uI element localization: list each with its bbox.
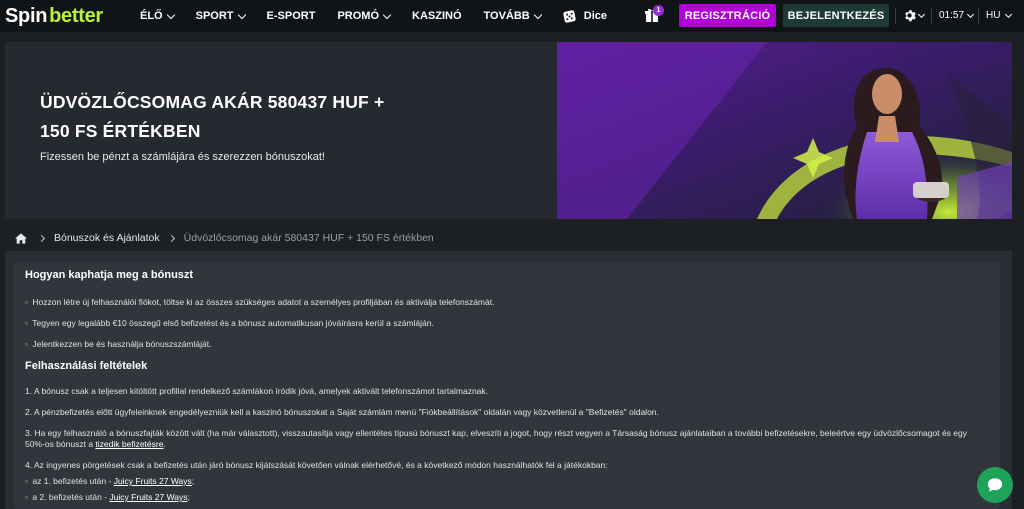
live-chat-button[interactable] — [977, 467, 1013, 503]
nav-label: E-SPORT — [266, 10, 316, 22]
game-link-juicy-fruits[interactable]: Juicy Fruits 27 Ways — [114, 476, 192, 486]
logo-spin: Spin — [5, 5, 48, 27]
spin-suffix: ; — [191, 476, 195, 486]
banner-illustration — [557, 42, 1012, 219]
how-step: ◦ Tegyen egy legalább €10 összegű első b… — [25, 318, 989, 329]
game-link-juicy-fruits[interactable]: Juicy Fruits 27 Ways — [109, 492, 187, 502]
how-step-text: Hozzon létre új felhasználói fiókot, töl… — [32, 297, 495, 307]
free-spin-item: ◦ az 1. befizetés után - Juicy Fruits 27… — [25, 476, 989, 487]
chevron-down-icon — [533, 10, 542, 19]
bullet-icon: ◦ — [25, 476, 29, 486]
banner-subtitle: Fizessen be pénzt a számlájára és szerez… — [40, 151, 325, 163]
divider — [931, 8, 932, 24]
nav-item-promo[interactable]: PROMÓ — [337, 10, 392, 22]
dice-icon — [563, 9, 576, 23]
language-selector[interactable]: HU — [986, 10, 1000, 21]
nav-item-kaszino[interactable]: KASZINÓ — [412, 10, 462, 22]
spin-prefix: a 2. befizetés után - — [32, 492, 108, 502]
main-nav: ÉLŐ SPORT E-SPORT PROMÓ KASZINÓ TOVÁBB D… — [140, 0, 629, 32]
top-header: Spin better ÉLŐ SPORT E-SPORT PROMÓ KASZ… — [0, 0, 1024, 32]
divider — [978, 8, 979, 24]
how-step-text: Tegyen egy legalább €10 összegű első bef… — [32, 318, 434, 328]
nav-item-elo[interactable]: ÉLŐ — [140, 10, 175, 22]
nav-label: KASZINÓ — [412, 10, 462, 22]
nav-label: Dice — [583, 10, 607, 22]
login-button[interactable]: BEJELENTKEZÉS — [783, 4, 889, 27]
breadcrumb: Bónuszok és Ajánlatok Üdvözlőcsomag akár… — [15, 230, 434, 246]
nav-item-tovabb[interactable]: TOVÁBB — [483, 10, 542, 22]
nav-label: ÉLŐ — [140, 10, 163, 22]
chat-bubble-icon — [987, 478, 1003, 492]
nav-label: TOVÁBB — [483, 10, 530, 22]
term-3-end: . — [163, 439, 166, 449]
nav-label: SPORT — [195, 10, 234, 22]
divider — [895, 8, 896, 24]
spin-suffix: ; — [187, 492, 190, 502]
nav-item-dice[interactable]: Dice — [563, 9, 607, 23]
gear-icon[interactable] — [903, 9, 916, 22]
banner-title: ÜDVÖZLŐCSOMAG AKÁR 580437 HUF + 150 FS É… — [40, 92, 385, 141]
gift-count-badge: 1 — [653, 5, 664, 16]
term-3-text: 3. Ha egy felhasználó a bónuszfajták köz… — [25, 428, 967, 449]
breadcrumb-link-bonuses[interactable]: Bónuszok és Ajánlatok — [54, 232, 160, 244]
how-step: ◦ Hozzon létre új felhasználói fiókot, t… — [25, 297, 989, 308]
chevron-right-icon — [167, 234, 175, 242]
bullet-icon: ◦ — [25, 318, 29, 328]
breadcrumb-current: Üdvözlőcsomag akár 580437 HUF + 150 FS é… — [183, 232, 434, 244]
tenth-deposit-link[interactable]: tizedik befizetésre — [95, 439, 163, 449]
term-4: 4. Az ingyenes pörgetések csak a befizet… — [25, 460, 608, 470]
logo-better: better — [49, 5, 103, 27]
chevron-down-icon — [382, 10, 392, 19]
term-2: 2. A pénzbefizetés előtt ügyfeleinknek e… — [25, 407, 659, 417]
register-button[interactable]: REGISZTRÁCIÓ — [679, 4, 776, 27]
home-icon[interactable] — [15, 232, 27, 244]
chevron-down-icon[interactable] — [966, 10, 975, 19]
bullet-icon: ◦ — [25, 297, 29, 307]
chevron-right-icon — [37, 234, 46, 242]
how-step: ◦ Jelentkezzen be és használja bónuszszá… — [25, 339, 989, 350]
nav-label: PROMÓ — [337, 10, 379, 22]
chevron-down-icon — [166, 10, 175, 19]
spin-prefix: az 1. befizetés után - — [32, 476, 112, 486]
clock-time[interactable]: 01:57 — [939, 10, 964, 21]
term-3: 3. Ha egy felhasználó a bónuszfajták köz… — [25, 428, 989, 450]
nav-item-esport[interactable]: E-SPORT — [267, 10, 316, 22]
how-step-text: Jelentkezzen be és használja bónuszszáml… — [32, 339, 212, 349]
term-1: 1. A bónusz csak a teljesen kitöltött pr… — [25, 386, 489, 396]
terms-title: Felhasználási feltételek — [25, 360, 148, 372]
free-spin-item: ◦ a 2. befizetés után - Juicy Fruits 27 … — [25, 492, 989, 503]
chevron-down-icon[interactable] — [1004, 10, 1013, 19]
bullet-icon: ◦ — [25, 492, 29, 502]
chevron-down-icon — [237, 10, 246, 19]
bonus-terms-card: Hogyan kaphatja meg a bónuszt ◦ Hozzon l… — [14, 262, 1000, 509]
nav-item-sport[interactable]: SPORT — [195, 10, 246, 22]
spinbetter-logo[interactable]: Spin better — [5, 5, 103, 27]
how-to-get-title: Hogyan kaphatja meg a bónuszt — [25, 269, 194, 281]
promo-banner: ÜDVÖZLŐCSOMAG AKÁR 580437 HUF + 150 FS É… — [5, 42, 1012, 219]
bullet-icon: ◦ — [25, 339, 29, 349]
chevron-down-icon[interactable] — [917, 10, 926, 19]
